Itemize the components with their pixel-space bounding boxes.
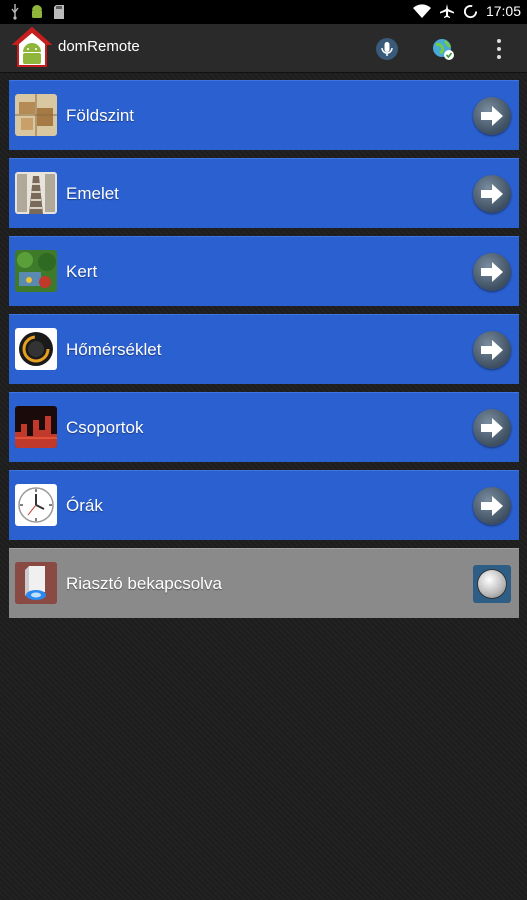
network-globe-icon xyxy=(433,39,454,60)
toggle-knob-icon xyxy=(478,570,506,598)
status-bar-right: 17:05 xyxy=(412,3,521,19)
room-list: Földszint Emelet Kert Hőmérséklet Csopor… xyxy=(9,80,519,626)
go-button[interactable] xyxy=(473,409,511,447)
status-time: 17:05 xyxy=(485,3,521,19)
action-bar: domRemote xyxy=(0,24,527,73)
list-item-label: Kert xyxy=(66,262,98,281)
arrow-right-icon xyxy=(481,418,503,438)
list-item-riaszto[interactable]: Riasztó bekapcsolva xyxy=(9,548,519,618)
sync-icon xyxy=(463,4,478,18)
network-button[interactable] xyxy=(430,36,456,62)
alarm-siren-icon xyxy=(15,562,57,604)
upper-floor-icon xyxy=(15,172,57,214)
usb-icon xyxy=(11,4,19,20)
overflow-menu-icon xyxy=(497,39,501,59)
arrow-right-icon xyxy=(481,262,503,282)
garden-icon xyxy=(15,250,57,292)
status-bar-left xyxy=(10,4,64,20)
go-button[interactable] xyxy=(473,331,511,369)
temperature-gauge-icon xyxy=(15,328,57,370)
groups-icon xyxy=(15,406,57,448)
alarm-toggle[interactable] xyxy=(473,565,511,603)
status-bar: 17:05 xyxy=(0,0,527,24)
list-item-csoportok[interactable]: Csoportok xyxy=(9,392,519,462)
clock-icon xyxy=(15,484,57,526)
list-item-foldszint[interactable]: Földszint xyxy=(9,80,519,150)
arrow-right-icon xyxy=(481,496,503,516)
list-item-kert[interactable]: Kert xyxy=(9,236,519,306)
arrow-right-icon xyxy=(481,340,503,360)
list-item-homerseklet[interactable]: Hőmérséklet xyxy=(9,314,519,384)
microphone-button[interactable] xyxy=(374,36,400,62)
go-button[interactable] xyxy=(473,253,511,291)
arrow-right-icon xyxy=(481,184,503,204)
list-item-label: Emelet xyxy=(66,184,119,203)
list-item-orak[interactable]: Órák xyxy=(9,470,519,540)
ground-floor-icon xyxy=(15,94,57,136)
list-item-label: Hőmérséklet xyxy=(66,340,162,359)
wifi-icon xyxy=(412,4,431,18)
overflow-menu-button[interactable] xyxy=(486,36,512,62)
app-title: domRemote xyxy=(58,38,140,55)
list-item-label: Csoportok xyxy=(66,418,144,437)
list-item-emelet[interactable]: Emelet xyxy=(9,158,519,228)
app-logo-icon[interactable] xyxy=(12,26,52,68)
microphone-icon xyxy=(376,38,398,60)
go-button[interactable] xyxy=(473,97,511,135)
airplane-icon xyxy=(439,4,454,18)
sd-card-icon xyxy=(54,5,64,19)
list-item-label: Riasztó bekapcsolva xyxy=(66,574,222,593)
list-item-label: Órák xyxy=(66,496,103,515)
list-item-label: Földszint xyxy=(66,106,135,125)
android-debug-icon xyxy=(32,5,42,18)
go-button[interactable] xyxy=(473,487,511,525)
go-button[interactable] xyxy=(473,175,511,213)
arrow-right-icon xyxy=(481,106,503,126)
